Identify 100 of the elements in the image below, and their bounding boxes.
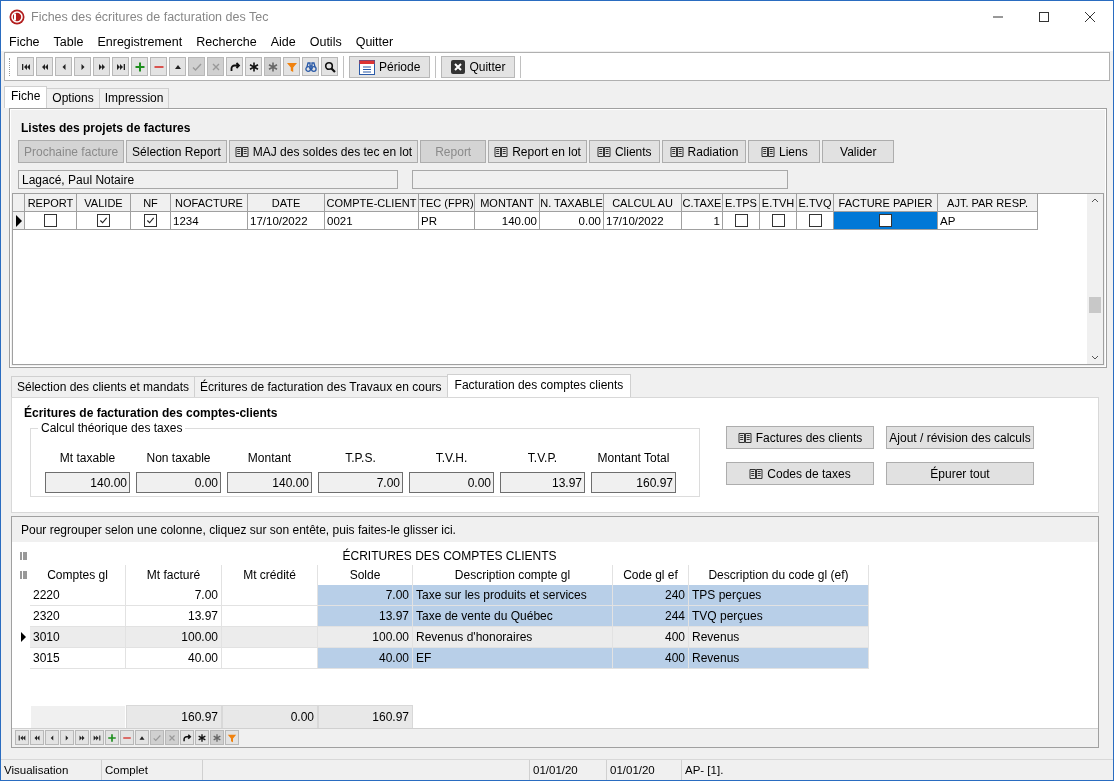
left-triangle-button[interactable] bbox=[45, 730, 59, 745]
column-header[interactable]: COMPTE-CLIENT bbox=[325, 194, 419, 212]
binoculars-button[interactable] bbox=[302, 57, 319, 76]
table-cell: Revenus bbox=[689, 648, 869, 669]
search-button[interactable] bbox=[321, 57, 338, 76]
up-triangle-button[interactable] bbox=[169, 57, 186, 76]
amount-field[interactable]: 0.00 bbox=[136, 472, 221, 493]
column-header[interactable]: REPORT bbox=[25, 194, 77, 212]
checkbox[interactable] bbox=[771, 214, 785, 227]
column-header[interactable]: NOFACTURE bbox=[171, 194, 248, 212]
skip-last-button[interactable] bbox=[90, 730, 104, 745]
table-cell: 40.00 bbox=[318, 648, 413, 669]
menu-item[interactable]: Fiche bbox=[2, 34, 47, 49]
table-cell: 140.00 bbox=[475, 212, 540, 230]
menu-item[interactable]: Quitter bbox=[348, 34, 401, 49]
column-header[interactable]: VALIDE bbox=[77, 194, 131, 212]
action-button[interactable]: Codes de taxes bbox=[726, 462, 874, 485]
tab[interactable]: Fiche bbox=[4, 86, 48, 108]
column-header[interactable]: TEC (FPR) bbox=[419, 194, 475, 212]
table-cell: Taxe sur les produits et services bbox=[413, 585, 613, 606]
column-header[interactable]: DATE bbox=[248, 194, 325, 212]
amount-field[interactable]: 140.00 bbox=[227, 472, 312, 493]
column-header[interactable]: C.TAXE bbox=[682, 194, 723, 212]
asterisk-button[interactable] bbox=[245, 57, 262, 76]
menu-item[interactable]: Aide bbox=[263, 34, 303, 49]
amount-field[interactable]: 0.00 bbox=[409, 472, 494, 493]
action-button[interactable]: Report en lot bbox=[488, 140, 587, 163]
checkbox[interactable] bbox=[144, 214, 157, 227]
tab[interactable]: Impression bbox=[98, 88, 170, 108]
table-cell[interactable] bbox=[760, 212, 797, 230]
tab[interactable]: Facturation des comptes clients bbox=[446, 374, 632, 397]
up-triangle-button[interactable] bbox=[135, 730, 149, 745]
table-cell: 1234 bbox=[171, 212, 248, 230]
table-cell: PR bbox=[419, 212, 475, 230]
minus-button[interactable] bbox=[120, 730, 134, 745]
skip-last-button[interactable] bbox=[112, 57, 129, 76]
status-text: AP- [1]. bbox=[684, 763, 725, 778]
action-button[interactable]: MAJ des soldes des tec en lot bbox=[228, 140, 419, 163]
amount-field[interactable]: 140.00 bbox=[45, 472, 130, 493]
client-field[interactable]: Lagacé, Paul Notaire bbox=[18, 170, 398, 189]
column-header[interactable]: E.TVH bbox=[760, 194, 797, 212]
curved-arrow-button[interactable] bbox=[226, 57, 243, 76]
column-header[interactable]: NF bbox=[131, 194, 171, 212]
column-header[interactable]: CALCUL AU bbox=[604, 194, 682, 212]
column-header[interactable]: N. TAXABLE bbox=[540, 194, 604, 212]
action-button[interactable]: Clients bbox=[588, 140, 660, 163]
text-field[interactable] bbox=[412, 170, 788, 189]
amount-field[interactable]: 160.97 bbox=[591, 472, 676, 493]
action-button[interactable]: Valider bbox=[822, 140, 895, 163]
double-left-button[interactable] bbox=[30, 730, 44, 745]
status-text: Complet bbox=[102, 760, 203, 780]
action-button[interactable]: Liens bbox=[748, 140, 821, 163]
table-cell[interactable] bbox=[131, 212, 171, 230]
scrollbar-thumb[interactable] bbox=[1089, 297, 1101, 313]
checkbox[interactable] bbox=[734, 214, 748, 227]
curved-arrow-button[interactable] bbox=[180, 730, 194, 745]
double-right-button[interactable] bbox=[93, 57, 110, 76]
action-button[interactable]: Ajout / révision des calculs bbox=[886, 426, 1034, 449]
column-header[interactable]: AJT. PAR RESP. bbox=[938, 194, 1038, 212]
skip-first-button[interactable] bbox=[15, 730, 29, 745]
column-header[interactable]: MONTANT bbox=[475, 194, 540, 212]
checkbox[interactable] bbox=[44, 214, 57, 227]
checkbox[interactable] bbox=[879, 214, 892, 227]
close-box-icon bbox=[451, 59, 466, 74]
table-cell[interactable] bbox=[797, 212, 834, 230]
book-icon bbox=[494, 145, 509, 158]
checkmark-icon bbox=[146, 216, 155, 225]
column-header[interactable]: FACTURE PAPIER bbox=[834, 194, 938, 212]
column-header[interactable]: E.TVQ bbox=[797, 194, 834, 212]
menu-item[interactable]: Recherche bbox=[189, 34, 264, 49]
menu-item[interactable]: Outils bbox=[302, 34, 349, 49]
double-right-button[interactable] bbox=[75, 730, 89, 745]
right-triangle-button[interactable] bbox=[60, 730, 74, 745]
menu-item[interactable]: Enregistrement bbox=[90, 34, 190, 49]
calendar-icon bbox=[359, 58, 375, 75]
table-cell[interactable] bbox=[77, 212, 131, 230]
table-cell: 244 bbox=[613, 606, 689, 627]
table-cell[interactable] bbox=[25, 212, 77, 230]
action-button[interactable]: Radiation bbox=[661, 140, 747, 163]
vertical-scrollbar[interactable] bbox=[1087, 194, 1103, 364]
period-button[interactable]: Période bbox=[349, 55, 431, 78]
column-header[interactable]: E.TPS bbox=[723, 194, 760, 212]
selected-cell[interactable] bbox=[834, 212, 938, 230]
checkbox[interactable] bbox=[808, 214, 822, 227]
menu-item[interactable]: Table bbox=[46, 34, 91, 49]
amount-field[interactable]: 7.00 bbox=[318, 472, 403, 493]
amount-field[interactable]: 13.97 bbox=[500, 472, 585, 493]
action-button[interactable]: Épurer tout bbox=[886, 462, 1034, 485]
table-cell: 17/10/2022 bbox=[604, 212, 682, 230]
table-cell[interactable] bbox=[723, 212, 760, 230]
checkbox[interactable] bbox=[97, 214, 110, 227]
quit-button[interactable]: Quitter bbox=[441, 55, 516, 78]
double-left-button[interactable] bbox=[36, 57, 53, 76]
action-button[interactable]: Sélection Report bbox=[126, 140, 227, 163]
table-cell: 0.00 bbox=[540, 212, 604, 230]
skip-first-button[interactable] bbox=[17, 57, 34, 76]
tab[interactable]: Sélection des clients et mandats bbox=[11, 376, 196, 397]
asterisk-button[interactable] bbox=[195, 730, 209, 745]
tab[interactable]: Options bbox=[46, 88, 100, 108]
action-button[interactable]: Factures des clients bbox=[726, 426, 874, 449]
